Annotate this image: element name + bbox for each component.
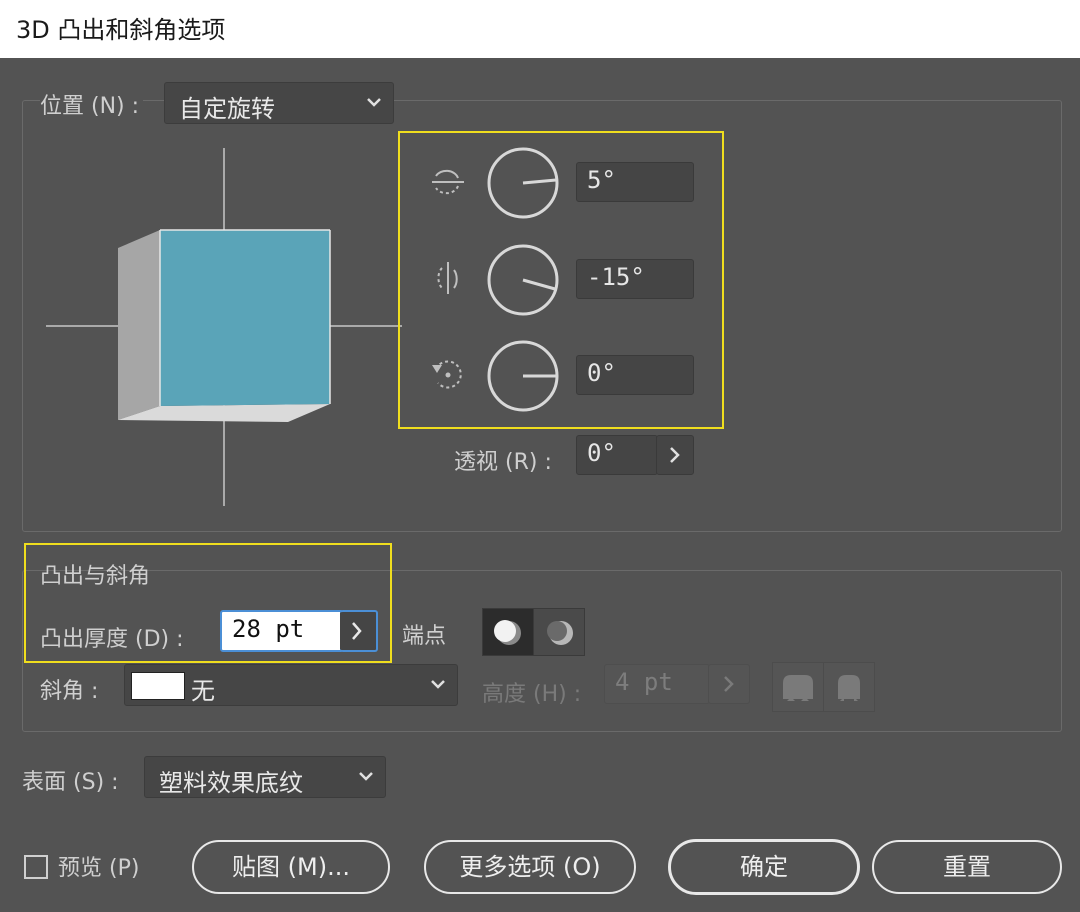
bevel-out-button[interactable] <box>772 662 824 712</box>
chevron-down-icon <box>431 680 445 689</box>
bevel-in-button[interactable] <box>823 662 875 712</box>
window-title: 3D 凸出和斜角选项 <box>16 16 226 44</box>
more-options-button[interactable]: 更多选项 (O) <box>424 840 636 894</box>
rotate-y-field[interactable]: -15° <box>576 259 694 299</box>
extrude-depth-field[interactable]: 28 pt <box>220 610 344 652</box>
chevron-right-icon <box>670 447 680 463</box>
dialog-body: 位置 (N) : 自定旋转 5° -15° 0° 透视 (R): 0° 凸出与… <box>0 58 1080 912</box>
rotate-z-field[interactable]: 0° <box>576 355 694 395</box>
chevron-down-icon <box>359 772 373 781</box>
title-bar: 3D 凸出和斜角选项 <box>0 0 1080 58</box>
rotate-x-field[interactable]: 5° <box>576 162 694 202</box>
bevel-dropdown[interactable]: 无 <box>124 664 458 706</box>
cap-on-icon <box>494 620 521 645</box>
ok-button[interactable]: 确定 <box>668 839 860 895</box>
position-preset-value: 自定旋转 <box>179 95 275 123</box>
surface-dropdown[interactable]: 塑料效果底纹 <box>144 756 386 798</box>
extrude-depth-slider-button[interactable] <box>340 610 378 652</box>
surface-label: 表面 (S) : <box>22 770 119 795</box>
cube-preview[interactable] <box>40 148 410 508</box>
rotate-x-icon <box>432 169 464 195</box>
chevron-right-icon <box>352 622 362 640</box>
bevel-value: 无 <box>191 677 215 705</box>
bevel-label: 斜角 : <box>40 679 99 704</box>
bevel-out-icon <box>783 675 813 701</box>
cube-front-face <box>160 230 330 406</box>
map-art-button[interactable]: 贴图 (M)... <box>192 840 390 894</box>
preview-label[interactable]: 预览 (P) <box>58 850 139 882</box>
extrude-section-title: 凸出与斜角 <box>40 564 151 589</box>
bevel-swatch <box>131 672 185 700</box>
perspective-label: 透视 (R) : <box>454 450 552 475</box>
bevel-height-slider-button[interactable] <box>708 664 750 704</box>
cap-off-icon <box>547 621 573 645</box>
position-preset-dropdown[interactable]: 自定旋转 <box>164 82 394 124</box>
rotate-y-icon <box>437 262 458 294</box>
position-label: 位置 (N) : <box>40 88 144 120</box>
bevel-height-field[interactable]: 4 pt <box>604 664 710 704</box>
chevron-down-icon <box>367 98 381 107</box>
perspective-slider-button[interactable] <box>656 435 694 475</box>
perspective-field[interactable]: 0° <box>576 435 658 475</box>
extrude-depth-label: 凸出厚度 (D) : <box>40 627 184 652</box>
bevel-height-label: 高度 (H) : <box>482 682 582 707</box>
reset-button[interactable]: 重置 <box>872 840 1062 894</box>
cap-label: 端点 <box>402 624 447 649</box>
chevron-right-icon <box>724 676 734 692</box>
rotate-z-dial[interactable] <box>486 339 560 413</box>
cap-off-button[interactable] <box>533 608 585 656</box>
surface-value: 塑料效果底纹 <box>159 769 303 797</box>
rotate-y-dial[interactable] <box>486 243 560 317</box>
rotate-z-icon <box>432 360 462 389</box>
bevel-in-icon <box>838 675 860 701</box>
cap-on-button[interactable] <box>482 608 534 656</box>
preview-checkbox[interactable] <box>24 855 48 879</box>
rotate-x-dial[interactable] <box>486 146 560 220</box>
